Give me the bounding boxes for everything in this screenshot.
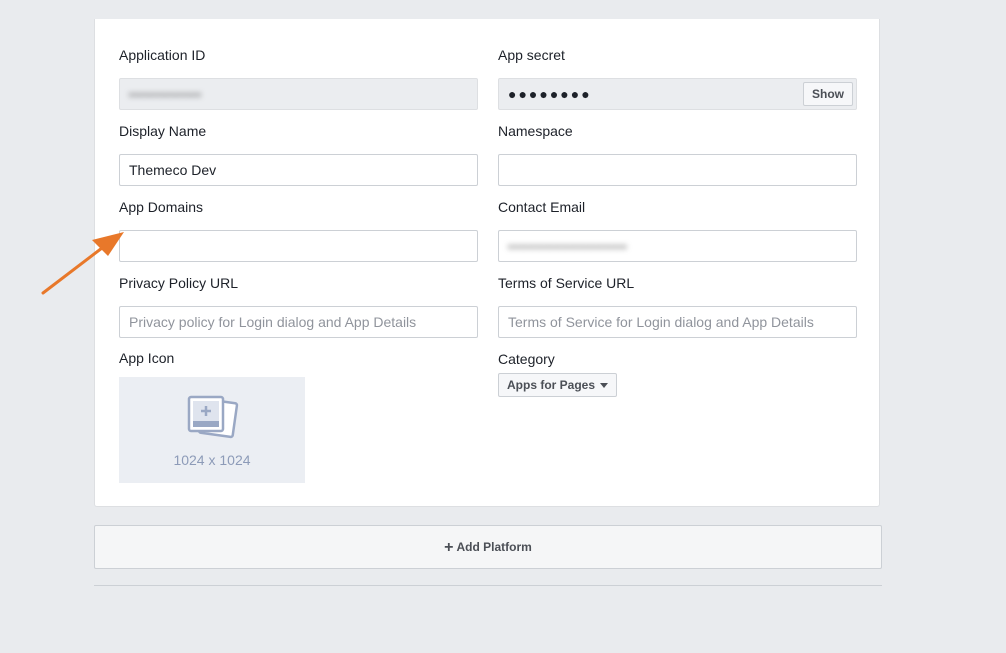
contact-email-label: Contact Email bbox=[498, 199, 586, 215]
bottom-divider bbox=[94, 585, 882, 586]
namespace-input[interactable] bbox=[498, 154, 857, 186]
app-secret-value: ●●●●●●●● bbox=[508, 86, 592, 102]
add-platform-button[interactable]: + Add Platform bbox=[94, 525, 882, 569]
terms-of-service-url-placeholder: Terms of Service for Login dialog and Ap… bbox=[508, 314, 814, 330]
category-label: Category bbox=[498, 351, 555, 367]
app-icon-upload[interactable]: 1024 x 1024 bbox=[119, 377, 305, 483]
display-name-label: Display Name bbox=[119, 123, 207, 139]
privacy-policy-url-placeholder: Privacy policy for Login dialog and App … bbox=[129, 314, 417, 330]
namespace-field: Namespace bbox=[498, 122, 857, 186]
plus-icon: + bbox=[444, 539, 454, 556]
app-secret-input[interactable]: ●●●●●●●● Show bbox=[498, 78, 857, 110]
app-settings-panel: Application ID •••••••••••••• App secret… bbox=[94, 19, 880, 507]
category-field: Category Apps for Pages bbox=[498, 350, 857, 397]
contact-email-value: ••••••••••••••••••••••• bbox=[508, 240, 628, 254]
privacy-policy-url-input[interactable]: Privacy policy for Login dialog and App … bbox=[119, 306, 478, 338]
app-secret-label: App secret bbox=[498, 47, 565, 63]
display-name-field: Display Name Themeco Dev bbox=[119, 122, 478, 186]
caret-down-icon bbox=[600, 383, 609, 388]
application-id-input[interactable]: •••••••••••••• bbox=[119, 78, 478, 110]
app-domains-field: App Domains bbox=[119, 198, 478, 262]
contact-email-input[interactable]: ••••••••••••••••••••••• bbox=[498, 230, 857, 262]
app-secret-field: App secret ●●●●●●●● Show bbox=[498, 46, 857, 110]
display-name-input[interactable]: Themeco Dev bbox=[119, 154, 478, 186]
privacy-policy-url-label: Privacy Policy URL bbox=[119, 275, 239, 291]
show-secret-button[interactable]: Show bbox=[803, 82, 853, 106]
category-selected: Apps for Pages bbox=[507, 378, 596, 392]
add-platform-label: Add Platform bbox=[456, 540, 532, 554]
application-id-label: Application ID bbox=[119, 47, 206, 63]
privacy-policy-url-field: Privacy Policy URL Privacy policy for Lo… bbox=[119, 274, 478, 338]
display-name-value: Themeco Dev bbox=[129, 162, 217, 178]
application-id-value: •••••••••••••• bbox=[129, 88, 202, 102]
app-icon-label: App Icon bbox=[119, 350, 175, 366]
contact-email-field: Contact Email ••••••••••••••••••••••• bbox=[498, 198, 857, 262]
application-id-field: Application ID •••••••••••••• bbox=[119, 46, 478, 110]
namespace-label: Namespace bbox=[498, 123, 573, 139]
app-icon-size: 1024 x 1024 bbox=[173, 452, 251, 468]
terms-of-service-url-input[interactable]: Terms of Service for Login dialog and Ap… bbox=[498, 306, 857, 338]
app-domains-label: App Domains bbox=[119, 199, 204, 215]
terms-of-service-url-label: Terms of Service URL bbox=[498, 275, 635, 291]
app-domains-input[interactable] bbox=[119, 230, 478, 262]
terms-of-service-url-field: Terms of Service URL Terms of Service fo… bbox=[498, 274, 857, 338]
add-image-icon bbox=[187, 395, 239, 439]
annotation-arrow-icon bbox=[41, 232, 124, 295]
category-select[interactable]: Apps for Pages bbox=[498, 373, 618, 397]
